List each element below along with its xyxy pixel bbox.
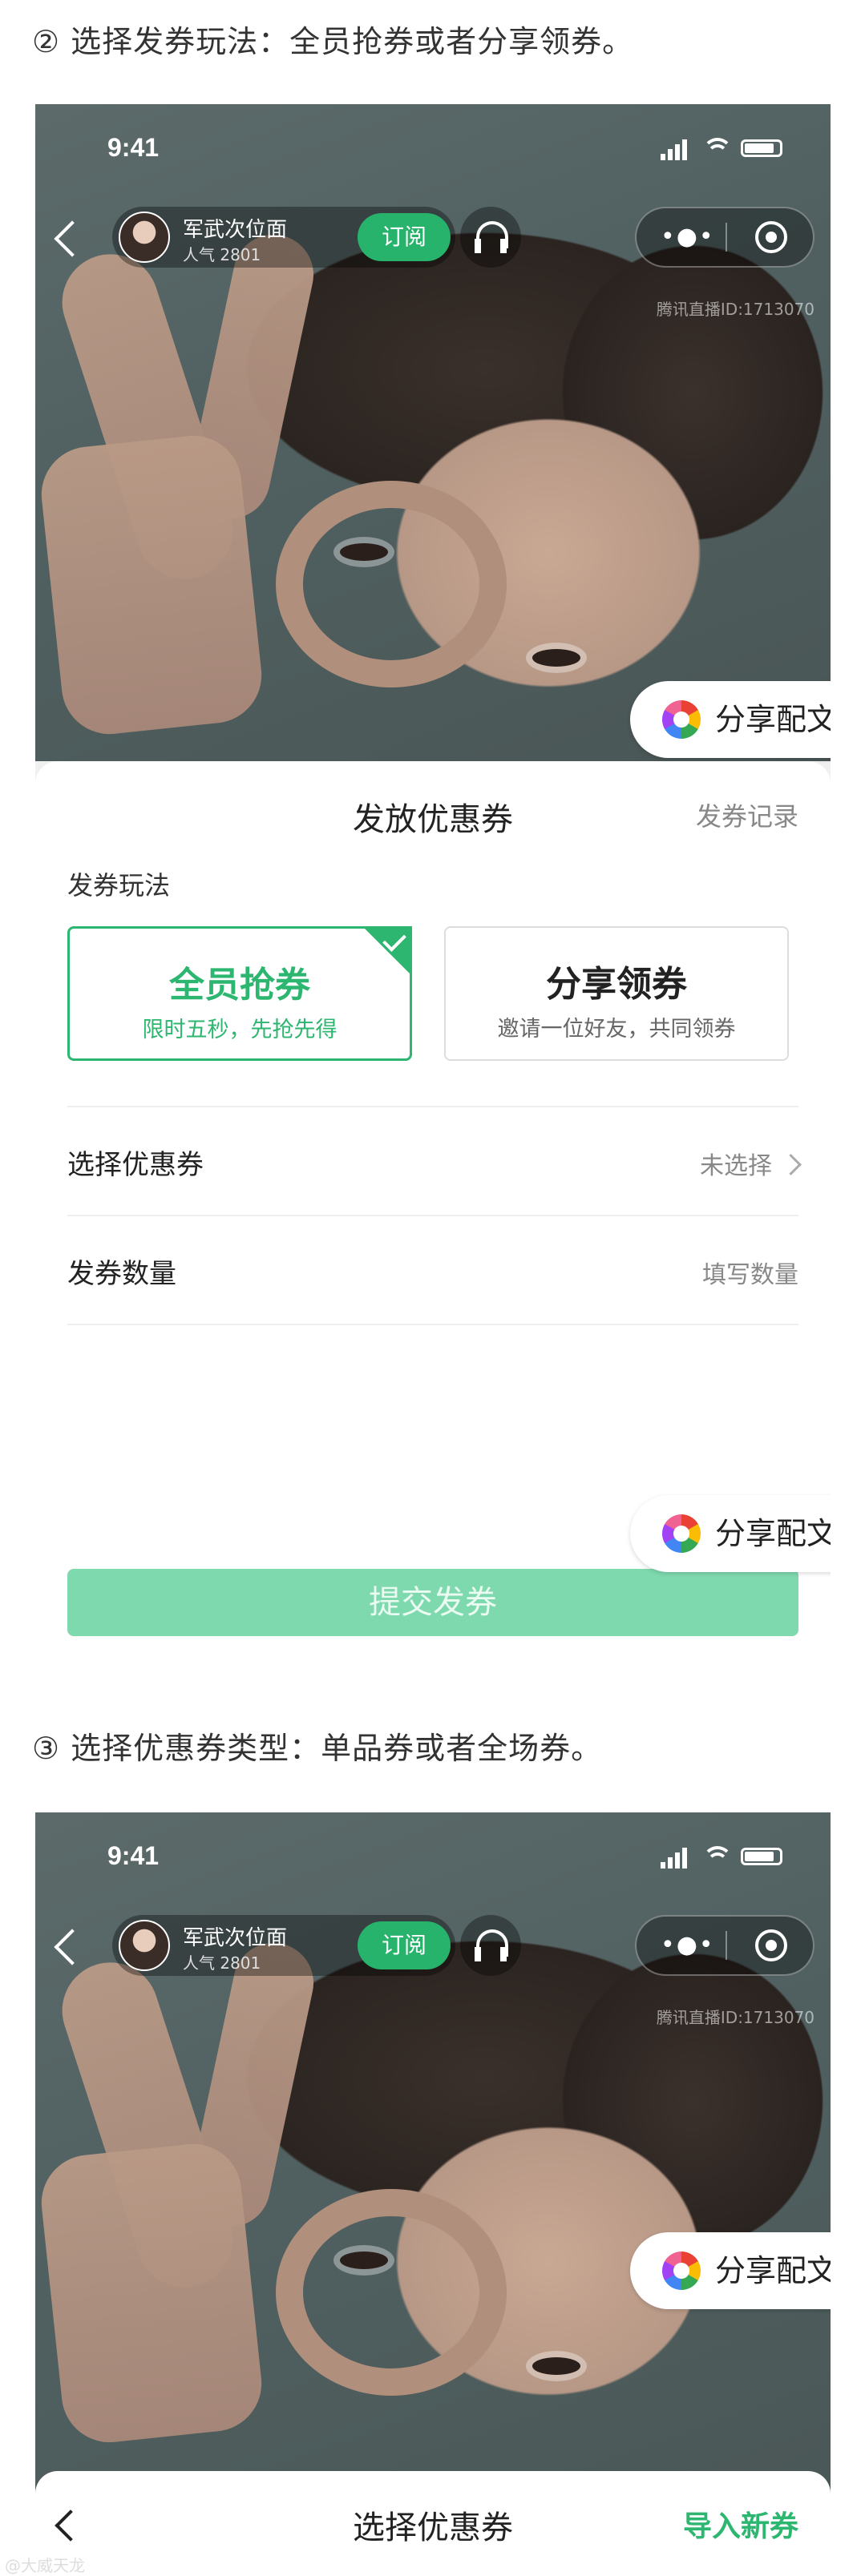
status-time: 9:41 (107, 1841, 160, 1870)
share-app-icon (662, 1514, 701, 1553)
mini-program-capsule: •●• (635, 1915, 814, 1976)
avatar[interactable] (119, 1920, 170, 1971)
headphone-icon[interactable] (460, 207, 521, 268)
capsule-divider (726, 1931, 727, 1960)
signal-icon (661, 139, 689, 160)
screenshot-2: 9:41 军武次位面 人气 2801 订阅 •●• 腾讯直播ID:1713070… (35, 1812, 831, 2574)
select-coupon-label: 选择优惠券 (67, 1149, 204, 1181)
step2-caption: ② 选择发券玩法：全员抢券或者分享领券。 (32, 24, 634, 59)
signal-icon (661, 1848, 689, 1869)
wifi-icon (704, 1844, 731, 1867)
mode-all-desc: 限时五秒，先抢先得 (142, 1018, 338, 1042)
anchor-popularity: 人气 2801 (183, 245, 261, 264)
divider (67, 1324, 798, 1325)
eye-right (532, 2357, 580, 2375)
more-icon[interactable]: •●• (661, 1931, 715, 1959)
share-caption-button[interactable]: 分享配文 (630, 1495, 831, 1572)
avatar[interactable] (119, 212, 170, 263)
live-video-background (35, 104, 831, 761)
coupon-records-link[interactable]: 发券记录 (696, 796, 798, 833)
watermark: @大威天龙 (5, 2556, 85, 2575)
eye-left (340, 543, 388, 561)
share-caption-label: 分享配文 (715, 702, 831, 737)
share-caption-button[interactable]: 分享配文 (630, 2232, 831, 2309)
ok-gesture (276, 481, 507, 687)
subscribe-button[interactable]: 订阅 (358, 213, 451, 261)
quantity-label: 发券数量 (67, 1258, 176, 1290)
share-caption-label: 分享配文 (715, 1516, 831, 1551)
share-caption-label: 分享配文 (715, 2253, 831, 2288)
anchor-name: 军武次位面 (183, 1926, 288, 1950)
anchor-info[interactable]: 军武次位面 人气 2801 订阅 (112, 1915, 455, 1976)
eye-left (340, 2251, 388, 2269)
mode-label: 发券玩法 (67, 870, 171, 901)
anchor-popularity: 人气 2801 (183, 1953, 261, 1973)
mode-all-title: 全员抢券 (169, 965, 310, 1006)
status-bar: 9:41 (35, 104, 831, 200)
anchor-info[interactable]: 军武次位面 人气 2801 订阅 (112, 207, 455, 268)
mode-all-grab-card[interactable]: 全员抢券 限时五秒，先抢先得 (67, 926, 412, 1061)
anchor-name: 军武次位面 (183, 218, 288, 242)
hand-illustration (36, 2139, 267, 2448)
mode-options: 全员抢券 限时五秒，先抢先得 分享领券 邀请一位好友，共同领券 (35, 926, 831, 1062)
check-icon (362, 926, 412, 976)
battery-icon (741, 139, 782, 157)
chevron-right-icon (780, 1154, 802, 1175)
select-coupon-row[interactable]: 选择优惠券 未选择 (67, 1106, 802, 1216)
share-app-icon (662, 700, 701, 739)
select-coupon-value-text: 未选择 (700, 1152, 772, 1180)
wifi-icon (704, 136, 731, 159)
status-bar: 9:41 (35, 1812, 831, 1909)
mode-share-title: 分享领券 (546, 964, 687, 1005)
mini-program-capsule: •●• (635, 207, 814, 268)
room-id: 腾讯直播ID:1713070 (656, 2008, 814, 2027)
quantity-row: 发券数量 填写数量 (67, 1215, 798, 1325)
share-caption-button[interactable]: 分享配文 (630, 681, 831, 758)
quantity-input[interactable]: 填写数量 (702, 1255, 798, 1290)
select-coupon-sheet: 选择优惠券 导入新券 (35, 2471, 831, 2574)
capsule-divider (726, 223, 727, 252)
ok-gesture (276, 2189, 507, 2396)
share-app-icon (662, 2251, 701, 2290)
submit-coupon-button[interactable]: 提交发券 (67, 1569, 798, 1636)
record-icon[interactable] (755, 221, 787, 253)
hand-illustration (36, 430, 267, 740)
room-id: 腾讯直播ID:1713070 (656, 300, 814, 319)
import-new-coupon-link[interactable]: 导入新券 (683, 2503, 798, 2545)
eye-right (532, 649, 580, 667)
screenshot-1: 9:41 军武次位面 人气 2801 订阅 •●• 腾讯直播ID:1713070… (35, 104, 831, 1651)
select-coupon-value: 未选择 (700, 1146, 802, 1181)
status-time: 9:41 (107, 133, 160, 162)
step3-caption: ③ 选择优惠券类型：单品券或者全场券。 (32, 1731, 603, 1766)
subscribe-button[interactable]: 订阅 (358, 1921, 451, 1969)
record-icon[interactable] (755, 1929, 787, 1961)
battery-icon (741, 1848, 782, 1865)
more-icon[interactable]: •●• (661, 223, 715, 251)
headphone-icon[interactable] (460, 1915, 521, 1976)
mode-share-card[interactable]: 分享领券 邀请一位好友，共同领券 (444, 926, 789, 1061)
mode-share-desc: 邀请一位好友，共同领券 (497, 1017, 736, 1042)
